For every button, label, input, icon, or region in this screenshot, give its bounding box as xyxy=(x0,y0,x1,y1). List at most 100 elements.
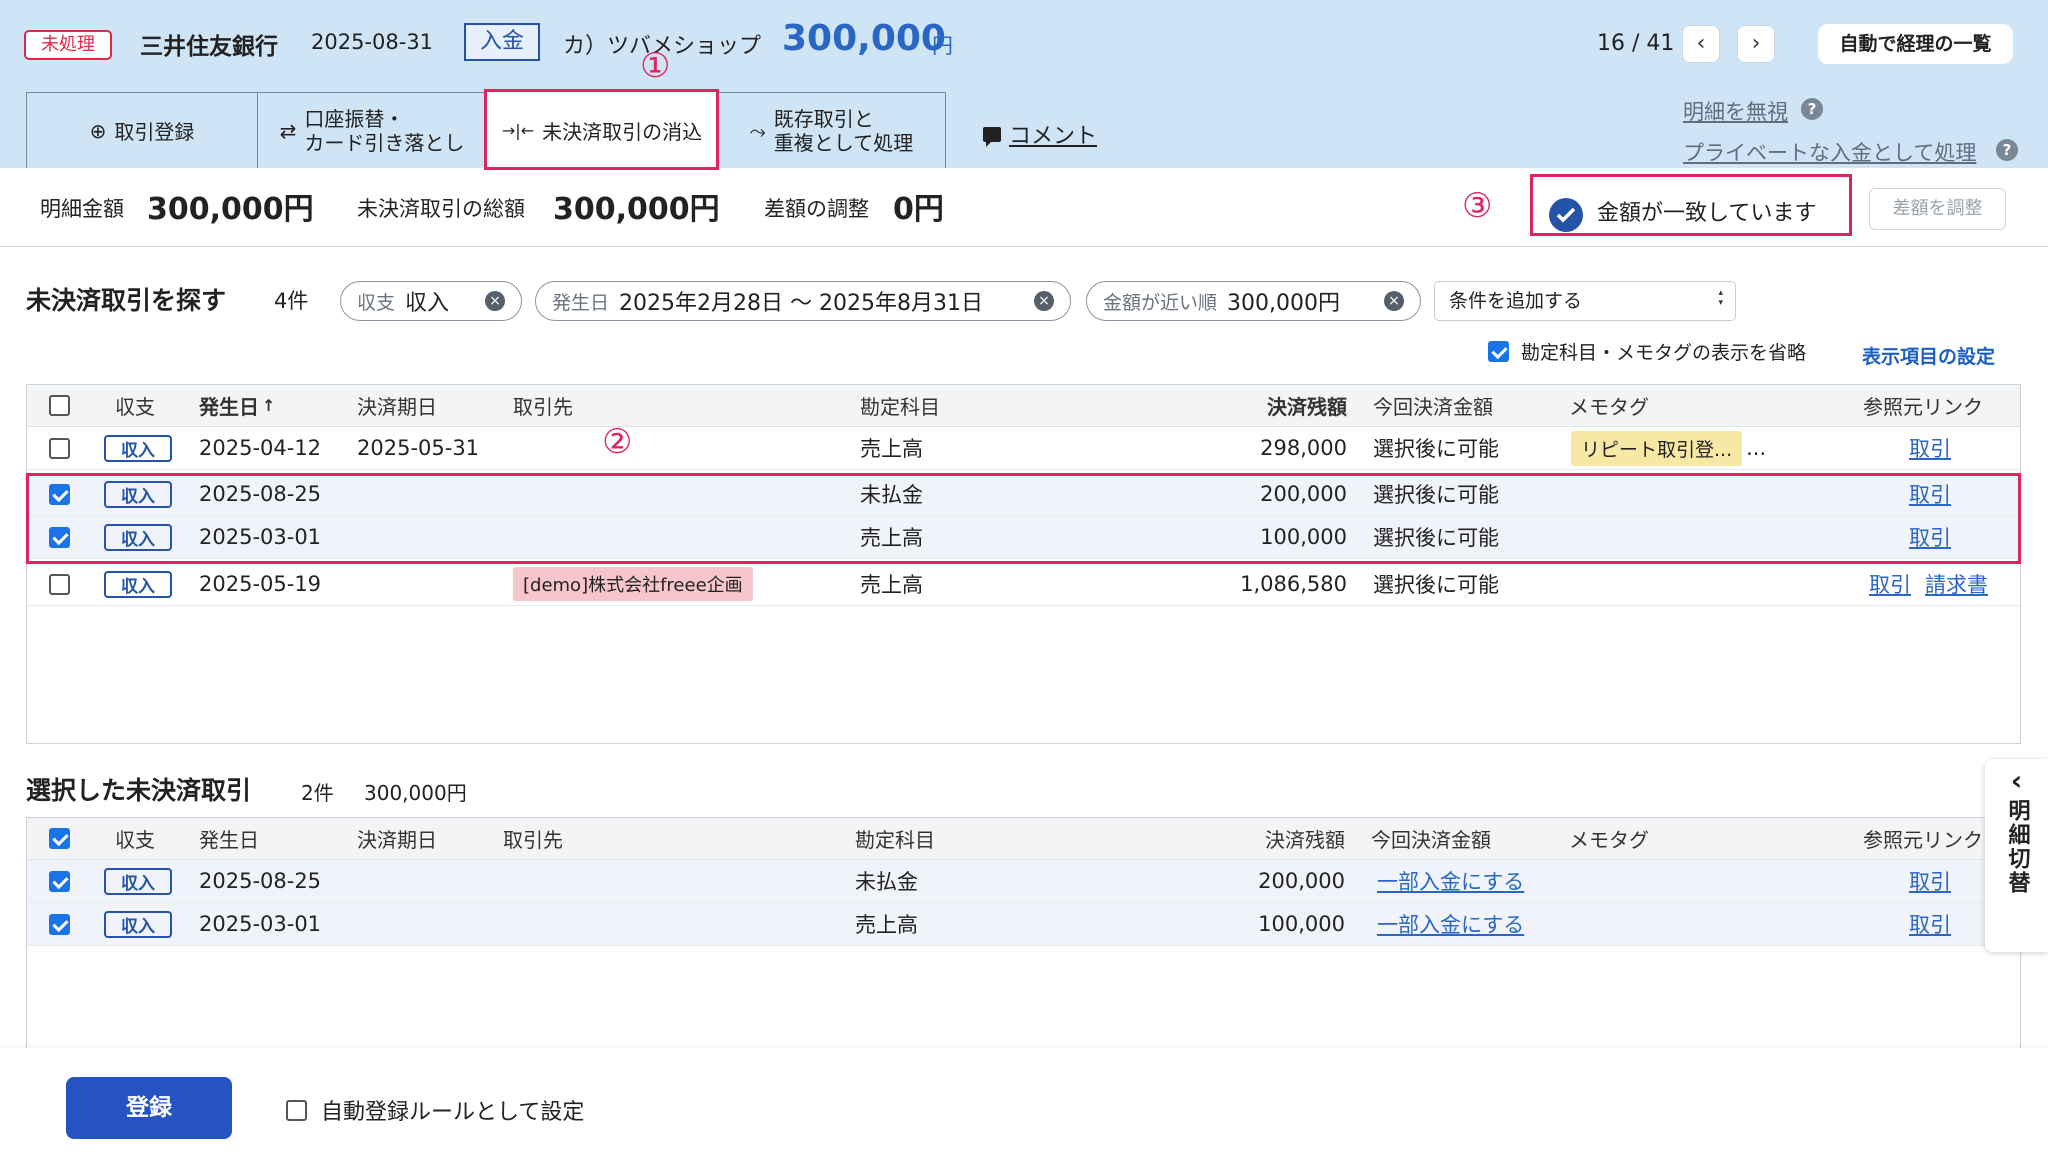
tab-transfer[interactable]: ⇄ 口座振替・ カード引き落とし xyxy=(257,92,487,168)
detail-switch-tab[interactable]: ‹ 明細切替 xyxy=(1985,759,2048,952)
partial-cell: 一部入金にする xyxy=(1377,860,1524,902)
select-all-checkbox-cell[interactable] xyxy=(49,818,70,859)
chevron-left-icon: ‹ xyxy=(2010,764,2023,797)
auto-list-button[interactable]: 自動で経理の一覧 xyxy=(1818,24,2013,64)
tab-label-line2: 重複として処理 xyxy=(773,130,914,155)
kind-badge: 入金 xyxy=(464,23,540,61)
add-condition-select[interactable]: 条件を追加する xyxy=(1434,281,1736,321)
register-button[interactable]: 登録 xyxy=(66,1077,232,1139)
row-checkbox-cell[interactable] xyxy=(49,563,70,605)
row-checkbox-cell[interactable] xyxy=(49,427,70,469)
account-cell: 売上高 xyxy=(860,437,923,461)
type-cell: 収入 xyxy=(104,860,172,902)
account-cell: 売上高 xyxy=(855,913,918,937)
detail-amount-label: 明細金額 xyxy=(40,197,124,221)
selected-total: 300,000円 xyxy=(364,781,467,805)
col-ref: 参照元リンク xyxy=(1863,395,1983,419)
detail-switch-label: 明細切替 xyxy=(2004,799,2030,895)
type-badge: 収入 xyxy=(104,434,172,462)
transaction-date: 2025-08-31 xyxy=(311,30,434,54)
row-checkbox[interactable] xyxy=(49,573,70,595)
col-account: 勘定科目 xyxy=(855,828,935,852)
due-cell: 2025-05-31 xyxy=(357,436,480,460)
tab-label-line2: カード引き落とし xyxy=(304,130,465,155)
table-row[interactable]: 収入 2025-08-25 未払金 200,000 一部入金にする 取引 xyxy=(27,860,2020,903)
type-badge: 収入 xyxy=(104,867,172,895)
private-link[interactable]: プライベートな入金として処理 xyxy=(1683,137,1976,167)
tab-label-line1: 口座振替・ xyxy=(304,106,405,131)
date-cell: 2025-08-25 xyxy=(199,869,322,893)
col-date[interactable]: 発生日 ↑ xyxy=(199,385,275,426)
auto-rule-option[interactable]: 自動登録ルールとして設定 xyxy=(286,1094,584,1126)
next-button[interactable]: › xyxy=(1737,25,1775,63)
plus-circle-icon: ⊕ xyxy=(89,118,107,143)
col-type: 収支 xyxy=(115,828,155,852)
partner-tag: [demo]株式会社freee企画 xyxy=(513,567,753,601)
display-settings-link[interactable]: 表示項目の設定 xyxy=(1862,342,1995,369)
filter-chip-amount[interactable]: 金額が近い順 300,000円 × xyxy=(1086,281,1421,321)
close-icon[interactable]: × xyxy=(1384,291,1404,311)
ref-link[interactable]: 取引 xyxy=(1909,433,1951,463)
sort-up-icon: ↑ xyxy=(262,396,276,415)
col-memo: メモタグ xyxy=(1569,828,1649,852)
close-icon[interactable]: × xyxy=(1034,291,1054,311)
ref-cell: 取引 xyxy=(1909,860,1951,902)
memo-more: ... xyxy=(1746,436,1767,460)
row-checkbox-cell[interactable] xyxy=(49,903,70,945)
partial-cell: 一部入金にする xyxy=(1377,903,1524,945)
col-partner: 取引先 xyxy=(503,828,563,852)
row-checkbox-cell[interactable] xyxy=(49,860,70,902)
col-partner: 取引先 xyxy=(513,395,573,419)
ref-link[interactable]: 取引 xyxy=(1909,866,1951,896)
highlight-box-3 xyxy=(1530,174,1852,236)
ref-link[interactable]: 取引 xyxy=(1909,909,1951,939)
table-header: 収支 発生日 決済期日 取引先 勘定科目 決済残額 今回決済金額 メモタグ 参照… xyxy=(27,818,2020,860)
select-all-checkbox[interactable] xyxy=(49,828,70,849)
table-row[interactable]: 収入 2025-04-12 2025-05-31 売上高 298,000 選択後… xyxy=(27,427,2020,470)
select-all-checkbox-cell[interactable] xyxy=(49,385,70,426)
divider xyxy=(0,246,2048,247)
col-memo: メモタグ xyxy=(1569,395,1649,419)
selected-title: 選択した未決済取引 xyxy=(26,776,252,805)
prev-button[interactable]: ‹ xyxy=(1682,25,1720,63)
ref-link[interactable]: 取引 xyxy=(1869,569,1911,599)
filter-chip-date[interactable]: 発生日 2025年2月28日 〜 2025年8月31日 × xyxy=(535,281,1071,321)
merge-icon: ⤳ xyxy=(749,118,766,143)
current-cell: 選択後に可能 xyxy=(1373,437,1499,461)
ignore-link[interactable]: 明細を無視 xyxy=(1683,96,1788,126)
row-checkbox[interactable] xyxy=(49,913,70,935)
balance-cell: 298,000 xyxy=(1260,436,1347,460)
tab-register[interactable]: ⊕ 取引登録 xyxy=(26,92,258,168)
omit-label: 勘定科目・メモタグの表示を省略 xyxy=(1521,342,1807,364)
table-row[interactable]: 収入 2025-05-19 [demo]株式会社freee企画 売上高 1,08… xyxy=(27,563,2020,606)
comment-link[interactable]: コメント xyxy=(983,118,1097,150)
col-type: 収支 xyxy=(115,395,155,419)
close-icon[interactable]: × xyxy=(485,291,505,311)
annotation-3: ③ xyxy=(1462,186,1493,226)
omit-checkbox[interactable] xyxy=(1488,341,1509,362)
omit-option[interactable]: 勘定科目・メモタグの表示を省略 xyxy=(1488,338,1806,365)
invoice-link[interactable]: 請求書 xyxy=(1925,569,1988,599)
adjust-difference-button[interactable]: 差額を調整 xyxy=(1869,188,2006,230)
date-cell: 2025-04-12 xyxy=(199,436,322,460)
select-all-checkbox[interactable] xyxy=(49,395,70,416)
partial-payment-link[interactable]: 一部入金にする xyxy=(1377,866,1524,896)
row-checkbox[interactable] xyxy=(49,870,70,892)
account-cell: 売上高 xyxy=(860,573,923,597)
partial-payment-link[interactable]: 一部入金にする xyxy=(1377,909,1524,939)
transfer-icon: ⇄ xyxy=(279,118,297,143)
table-row[interactable]: 収入 2025-03-01 売上高 100,000 一部入金にする 取引 xyxy=(27,903,2020,946)
ref-cell: 取引 xyxy=(1909,427,1951,469)
ref-cell: 取引 請求書 xyxy=(1869,563,1988,605)
row-checkbox[interactable] xyxy=(49,437,70,459)
table-header: 収支 発生日 ↑ 決済期日 取引先 勘定科目 決済残額 今回決済金額 メモタグ 参… xyxy=(27,385,2020,427)
comment-label: コメント xyxy=(1009,124,1098,149)
status-badge: 未処理 xyxy=(24,30,112,60)
filter-chip-type[interactable]: 収支 収入 × xyxy=(340,281,522,321)
help-icon[interactable]: ? xyxy=(1996,139,2018,161)
help-icon[interactable]: ? xyxy=(1801,98,1823,120)
ref-cell: 取引 xyxy=(1909,903,1951,945)
auto-rule-checkbox[interactable] xyxy=(286,1099,307,1121)
balance-cell: 200,000 xyxy=(1258,869,1345,893)
tab-duplicate[interactable]: ⤳ 既存取引と 重複として処理 xyxy=(717,92,946,168)
